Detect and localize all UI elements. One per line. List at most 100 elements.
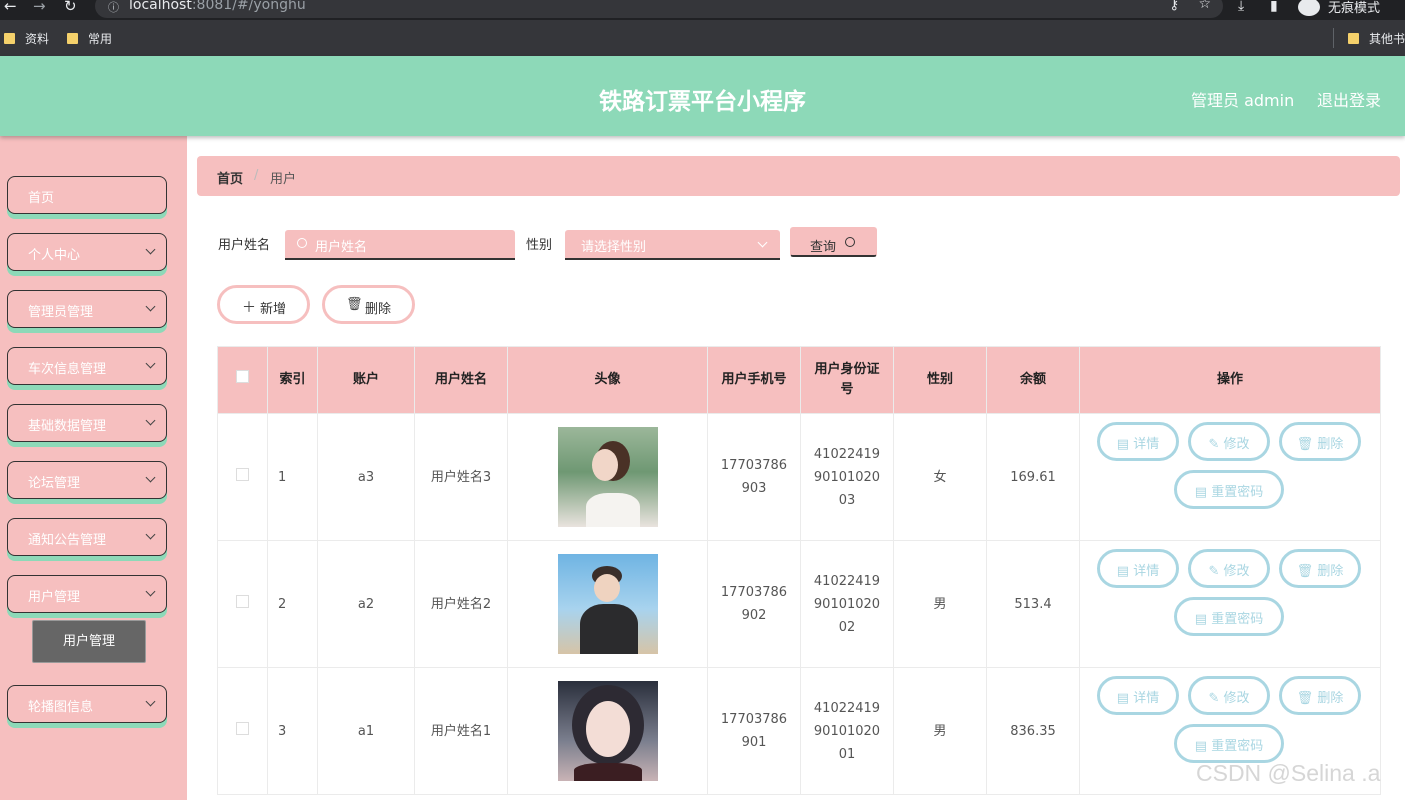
reset-password-button[interactable]: ▤ 重置密码 xyxy=(1174,470,1284,509)
logout-link[interactable]: 退出登录 xyxy=(1317,87,1381,111)
forward-icon[interactable]: → xyxy=(33,0,46,15)
search-icon xyxy=(845,237,855,247)
site-info-icon[interactable]: ⓘ xyxy=(108,0,119,15)
chevron-down-icon xyxy=(145,472,156,483)
name-search-input[interactable]: 用户姓名 xyxy=(285,230,515,260)
chevron-down-icon xyxy=(145,529,156,540)
avatar-cell xyxy=(507,413,708,541)
gender-cell: 女 xyxy=(893,413,987,541)
bookmark-folder-other[interactable]: 其他书 xyxy=(1348,30,1405,47)
column-header: 账户 xyxy=(317,346,415,414)
sidebar-item-carousel[interactable]: 轮播图信息 xyxy=(7,685,167,723)
delete-button[interactable]: 🗑 删除 xyxy=(322,285,415,324)
detail-button[interactable]: ▤ 详情 xyxy=(1097,549,1179,588)
row-delete-button-label: 🗑 删除 xyxy=(1296,564,1344,579)
detail-button[interactable]: ▤ 详情 xyxy=(1097,422,1179,461)
sidebar-item-profile[interactable]: 个人中心 xyxy=(7,233,167,271)
sidebar-item-forum[interactable]: 论坛管理 xyxy=(7,461,167,499)
bookmarks-divider xyxy=(1333,28,1334,48)
delete-button-label: 删除 xyxy=(365,302,392,317)
sidebar: 首页 个人中心 管理员管理 车次信息管理 基础数据管理 论坛管理 通知公告管理 … xyxy=(0,136,187,800)
sidebar-item-label: 轮播图信息 xyxy=(28,700,94,715)
trash-icon: 🗑 xyxy=(1296,691,1318,706)
gender-select[interactable]: 请选择性别 xyxy=(565,230,780,260)
document-icon: ▤ xyxy=(1116,691,1134,706)
row-checkbox[interactable] xyxy=(236,594,249,608)
sidebar-item-home[interactable]: 首页 xyxy=(7,176,167,214)
sidebar-item-notice[interactable]: 通知公告管理 xyxy=(7,518,167,556)
document-icon: ▤ xyxy=(1194,739,1212,754)
sidebar-item-admin[interactable]: 管理员管理 xyxy=(7,290,167,328)
watermark: CSDN @Selina .a xyxy=(1196,760,1381,786)
incognito-indicator[interactable]: 无痕模式 xyxy=(1298,0,1405,18)
incognito-icon xyxy=(1298,0,1320,16)
address-bar[interactable]: ⓘ localhost:8081/#/yonghu ⚷ ☆ xyxy=(95,0,1223,18)
query-button[interactable]: 查询 xyxy=(790,227,877,257)
sidebar-item-trains[interactable]: 车次信息管理 xyxy=(7,347,167,385)
sidebar-item-basedata[interactable]: 基础数据管理 xyxy=(7,404,167,442)
row-select-cell xyxy=(217,540,268,668)
download-icon[interactable]: ⤓ xyxy=(1238,0,1244,14)
key-icon[interactable]: ⚷ xyxy=(1169,0,1179,13)
row-checkbox[interactable] xyxy=(236,721,249,735)
row-delete-button[interactable]: 🗑 删除 xyxy=(1279,422,1361,461)
edit-button[interactable]: ✎ 修改 xyxy=(1188,676,1270,715)
avatar xyxy=(557,681,658,781)
row-checkbox[interactable] xyxy=(236,467,249,481)
sidebar-item-label: 通知公告管理 xyxy=(28,533,107,548)
chevron-down-icon xyxy=(145,696,156,707)
avatar-cell xyxy=(507,667,708,795)
search-icon xyxy=(297,238,307,248)
bookmark-folder-1[interactable]: 常用 xyxy=(67,30,112,47)
sidebar-item-users[interactable]: 用户管理 xyxy=(7,575,167,613)
edit-button[interactable]: ✎ 修改 xyxy=(1188,422,1270,461)
table-row: 2 a2 用户姓名2 17703786902 41022419901010200… xyxy=(217,540,1381,668)
ops-cell: ▤ 详情 ✎ 修改 🗑 删除 ▤ 重置密码 xyxy=(1079,413,1381,541)
reset-password-button[interactable]: ▤ 重置密码 xyxy=(1174,724,1284,763)
select-all-checkbox[interactable] xyxy=(236,370,249,383)
index-cell: 1 xyxy=(267,413,318,541)
chevron-down-icon xyxy=(145,358,156,369)
row-select-cell xyxy=(217,667,268,795)
reset-password-button[interactable]: ▤ 重置密码 xyxy=(1174,597,1284,636)
avatar xyxy=(557,554,658,654)
bookmark-folder-0[interactable]: 资料 xyxy=(4,30,49,47)
account-cell: a2 xyxy=(317,540,415,668)
reload-icon[interactable]: ↻ xyxy=(64,0,77,15)
chevron-down-icon xyxy=(145,244,156,255)
add-button[interactable]: ＋ 新增 xyxy=(217,285,310,324)
row-delete-button[interactable]: 🗑 删除 xyxy=(1279,549,1361,588)
row-delete-button[interactable]: 🗑 删除 xyxy=(1279,676,1361,715)
detail-button-label: ▤ 详情 xyxy=(1116,564,1160,579)
phone-cell: 17703786901 xyxy=(707,667,801,795)
breadcrumb-separator: / xyxy=(254,168,259,183)
avatar-shirt xyxy=(573,763,642,781)
phone-value: 17703786902 xyxy=(720,585,788,623)
balance-cell: 513.4 xyxy=(986,540,1080,668)
index-cell: 3 xyxy=(267,667,318,795)
breadcrumb-home[interactable]: 首页 xyxy=(217,168,243,187)
sidebar-subitem-users[interactable]: 用户管理 xyxy=(32,620,146,663)
trash-icon: 🗑 xyxy=(1296,564,1318,579)
column-header: 头像 xyxy=(507,346,708,414)
sidebar-item-label: 基础数据管理 xyxy=(28,419,107,434)
column-header-label: 用户身份证号 xyxy=(814,362,880,397)
edit-icon: ✎ xyxy=(1208,691,1224,706)
side-panel-icon[interactable]: ▮ xyxy=(1270,0,1278,14)
bookmark-star-icon[interactable]: ☆ xyxy=(1198,0,1211,12)
bookmarks-bar: 资料 常用 其他书 xyxy=(0,20,1405,56)
users-table: 索引 账户 用户姓名 头像 用户手机号 用户身份证号 性别 余额 操作 1 a3… xyxy=(217,346,1381,795)
gender-cell: 男 xyxy=(893,540,987,668)
avatar-shirt xyxy=(585,493,640,527)
sidebar-item-label: 论坛管理 xyxy=(28,476,81,491)
edit-button[interactable]: ✎ 修改 xyxy=(1188,549,1270,588)
phone-cell: 17703786903 xyxy=(707,413,801,541)
back-icon[interactable]: ← xyxy=(4,0,17,15)
idcard-cell: 410224199010102003 xyxy=(800,413,894,541)
chevron-down-icon xyxy=(145,415,156,426)
phone-cell: 17703786902 xyxy=(707,540,801,668)
chevron-down-icon xyxy=(145,586,156,597)
detail-button[interactable]: ▤ 详情 xyxy=(1097,676,1179,715)
plus-icon: ＋ xyxy=(242,300,256,316)
column-header: 性别 xyxy=(893,346,987,414)
